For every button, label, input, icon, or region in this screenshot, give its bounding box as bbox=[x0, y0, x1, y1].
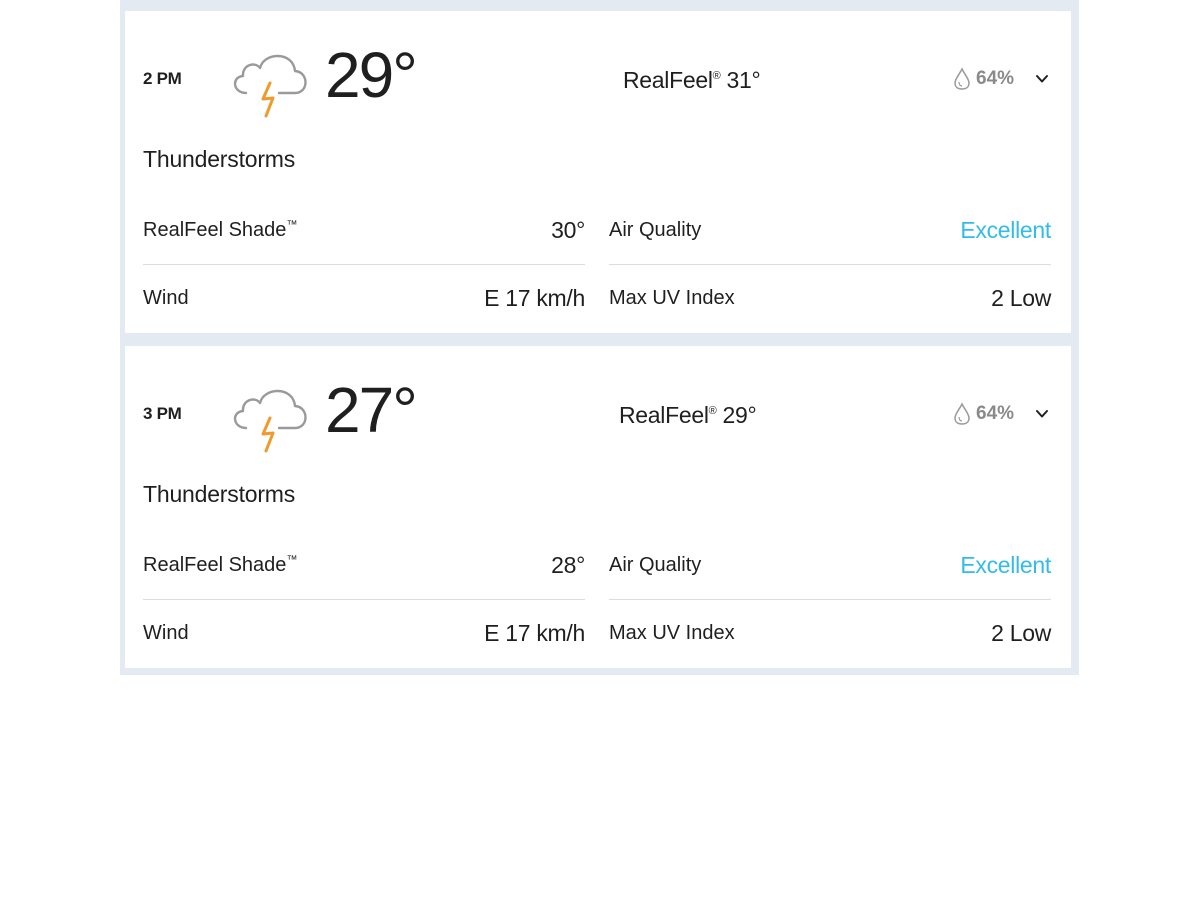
realfeel-value: 31° bbox=[720, 67, 761, 93]
detail-value: 2 Low bbox=[991, 285, 1051, 311]
hour-time: 3 PM bbox=[143, 404, 182, 423]
precip-value: 64% bbox=[976, 403, 1015, 424]
realfeel-label: RealFeel bbox=[623, 67, 713, 93]
precipitation: 64% bbox=[953, 67, 1014, 91]
air-quality-value[interactable]: Excellent bbox=[960, 552, 1051, 579]
detail-value: 28° bbox=[551, 552, 585, 578]
thunderstorm-icon bbox=[233, 389, 307, 453]
details-right: Air Quality Excellent Max UV Index 2 Low bbox=[609, 532, 1051, 667]
raindrop-icon bbox=[954, 67, 970, 90]
precipitation: 64% bbox=[953, 402, 1014, 426]
shade-label: RealFeel Shade bbox=[143, 219, 287, 241]
air-quality-value[interactable]: Excellent bbox=[960, 217, 1051, 244]
detail-row-uv-index: Max UV Index 2 Low bbox=[609, 600, 1051, 667]
details-right: Air Quality Excellent Max UV Index 2 Low bbox=[609, 197, 1051, 332]
hour-time: 2 PM bbox=[143, 69, 182, 88]
details-left: RealFeel Shade™ 28° Wind E 17 km/h bbox=[143, 532, 585, 667]
temperature: 29° bbox=[325, 39, 418, 111]
detail-row-realfeel-shade: RealFeel Shade™ 28° bbox=[143, 532, 585, 600]
weather-phrase: Thunderstorms bbox=[143, 146, 296, 172]
trademark: ™ bbox=[286, 219, 298, 231]
detail-value: 30° bbox=[551, 217, 585, 243]
detail-label: RealFeel Shade™ bbox=[143, 219, 297, 242]
precip-value: 64% bbox=[976, 68, 1015, 89]
hourly-card[interactable]: 3 PM 27° RealFeel® 29° 64% Thunderstorms… bbox=[125, 346, 1071, 668]
realfeel: RealFeel® 31° bbox=[623, 67, 761, 94]
chevron-down-icon[interactable] bbox=[1034, 71, 1050, 87]
detail-value: E 17 km/h bbox=[484, 285, 585, 311]
hourly-card[interactable]: 2 PM 29° RealFeel® 31° 64% Thunderstorms… bbox=[125, 11, 1071, 333]
details-left: RealFeel Shade™ 30° Wind E 17 km/h bbox=[143, 197, 585, 332]
detail-row-air-quality: Air Quality Excellent bbox=[609, 532, 1051, 600]
temperature: 27° bbox=[325, 374, 418, 446]
chevron-down-icon[interactable] bbox=[1034, 406, 1050, 422]
detail-label: Air Quality bbox=[609, 219, 702, 241]
detail-label: Air Quality bbox=[609, 554, 702, 576]
detail-label: Max UV Index bbox=[609, 622, 735, 644]
shade-label: RealFeel Shade bbox=[143, 554, 287, 576]
raindrop-icon bbox=[954, 402, 970, 425]
realfeel: RealFeel® 29° bbox=[619, 402, 757, 429]
hourly-forecast-list: 2 PM 29° RealFeel® 31° 64% Thunderstorms… bbox=[120, 0, 1079, 675]
detail-row-wind: Wind E 17 km/h bbox=[143, 600, 585, 667]
detail-row-uv-index: Max UV Index 2 Low bbox=[609, 265, 1051, 332]
detail-value: E 17 km/h bbox=[484, 620, 585, 646]
weather-phrase: Thunderstorms bbox=[143, 481, 296, 507]
detail-label: RealFeel Shade™ bbox=[143, 554, 297, 577]
thunderstorm-icon bbox=[233, 54, 307, 118]
detail-label: Max UV Index bbox=[609, 287, 735, 309]
realfeel-value: 29° bbox=[716, 402, 757, 428]
detail-row-air-quality: Air Quality Excellent bbox=[609, 197, 1051, 265]
detail-label: Wind bbox=[143, 287, 189, 309]
detail-value: 2 Low bbox=[991, 620, 1051, 646]
detail-row-realfeel-shade: RealFeel Shade™ 30° bbox=[143, 197, 585, 265]
realfeel-label: RealFeel bbox=[619, 402, 709, 428]
trademark: ™ bbox=[286, 554, 298, 566]
detail-row-wind: Wind E 17 km/h bbox=[143, 265, 585, 332]
detail-label: Wind bbox=[143, 622, 189, 644]
